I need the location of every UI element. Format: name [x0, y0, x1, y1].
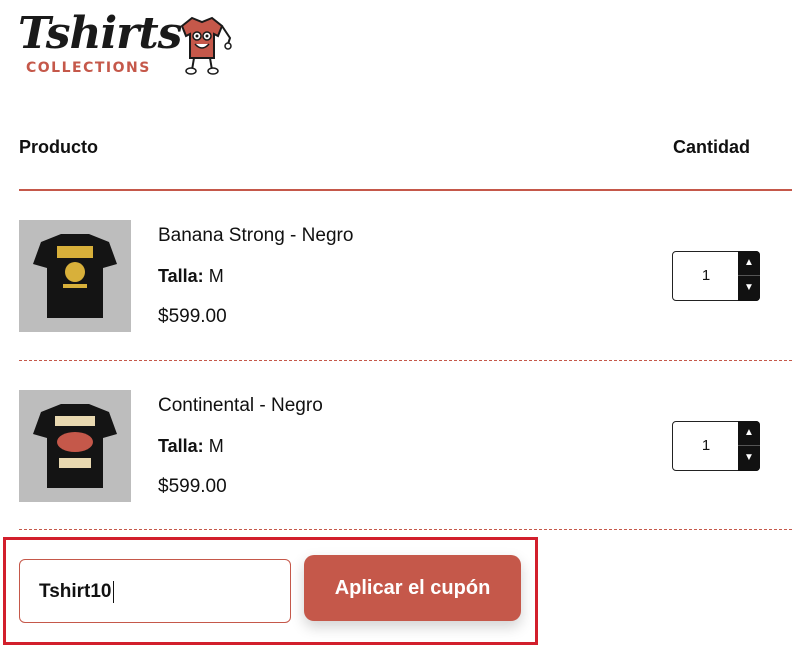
- quantity-stepper[interactable]: 1 ▲ ▼: [672, 251, 760, 301]
- product-size: Talla: M: [158, 265, 224, 287]
- tshirt-icon: [33, 234, 117, 318]
- stepper-arrows: ▲ ▼: [738, 421, 760, 471]
- logo-subtitle: COLLECTIONS: [26, 60, 151, 76]
- chevron-up-icon[interactable]: ▲: [738, 251, 760, 276]
- tshirt-icon: [33, 404, 117, 488]
- coupon-input[interactable]: Tshirt10: [19, 559, 291, 623]
- quantity-stepper[interactable]: 1 ▲ ▼: [672, 421, 760, 471]
- product-column-header: Producto: [19, 137, 98, 157]
- product-name[interactable]: Banana Strong - Negro: [158, 225, 353, 247]
- cart-item: Banana Strong - Negro Talla: M $599.00 1…: [0, 210, 797, 350]
- size-value: M: [208, 266, 224, 286]
- apply-coupon-button[interactable]: Aplicar el cupón: [304, 555, 521, 621]
- product-price: $599.00: [158, 476, 227, 497]
- chevron-down-icon[interactable]: ▼: [738, 276, 760, 300]
- product-price: $599.00: [158, 306, 227, 327]
- logo-title: Tshirts: [18, 8, 182, 59]
- product-size: Talla: M: [158, 435, 224, 457]
- chevron-down-icon[interactable]: ▼: [738, 446, 760, 470]
- brand-logo[interactable]: Tshirts COLLECTIONS: [18, 10, 233, 78]
- size-label: Talla:: [158, 436, 204, 456]
- row-divider: [19, 360, 792, 361]
- row-divider: [19, 529, 792, 530]
- header-divider: [19, 189, 792, 191]
- quantity-value[interactable]: 1: [673, 252, 739, 300]
- quantity-value[interactable]: 1: [673, 422, 739, 470]
- product-image[interactable]: [19, 390, 131, 502]
- product-image[interactable]: [19, 220, 131, 332]
- tshirt-mascot-icon: [180, 16, 232, 75]
- coupon-value: Tshirt10: [39, 581, 112, 602]
- chevron-up-icon[interactable]: ▲: [738, 421, 760, 446]
- product-name[interactable]: Continental - Negro: [158, 395, 323, 417]
- cart-item: Continental - Negro Talla: M $599.00 1 ▲…: [0, 380, 797, 520]
- size-label: Talla:: [158, 266, 204, 286]
- text-caret: [112, 580, 114, 603]
- quantity-column-header: Cantidad: [673, 137, 751, 157]
- stepper-arrows: ▲ ▼: [738, 251, 760, 301]
- size-value: M: [208, 436, 224, 456]
